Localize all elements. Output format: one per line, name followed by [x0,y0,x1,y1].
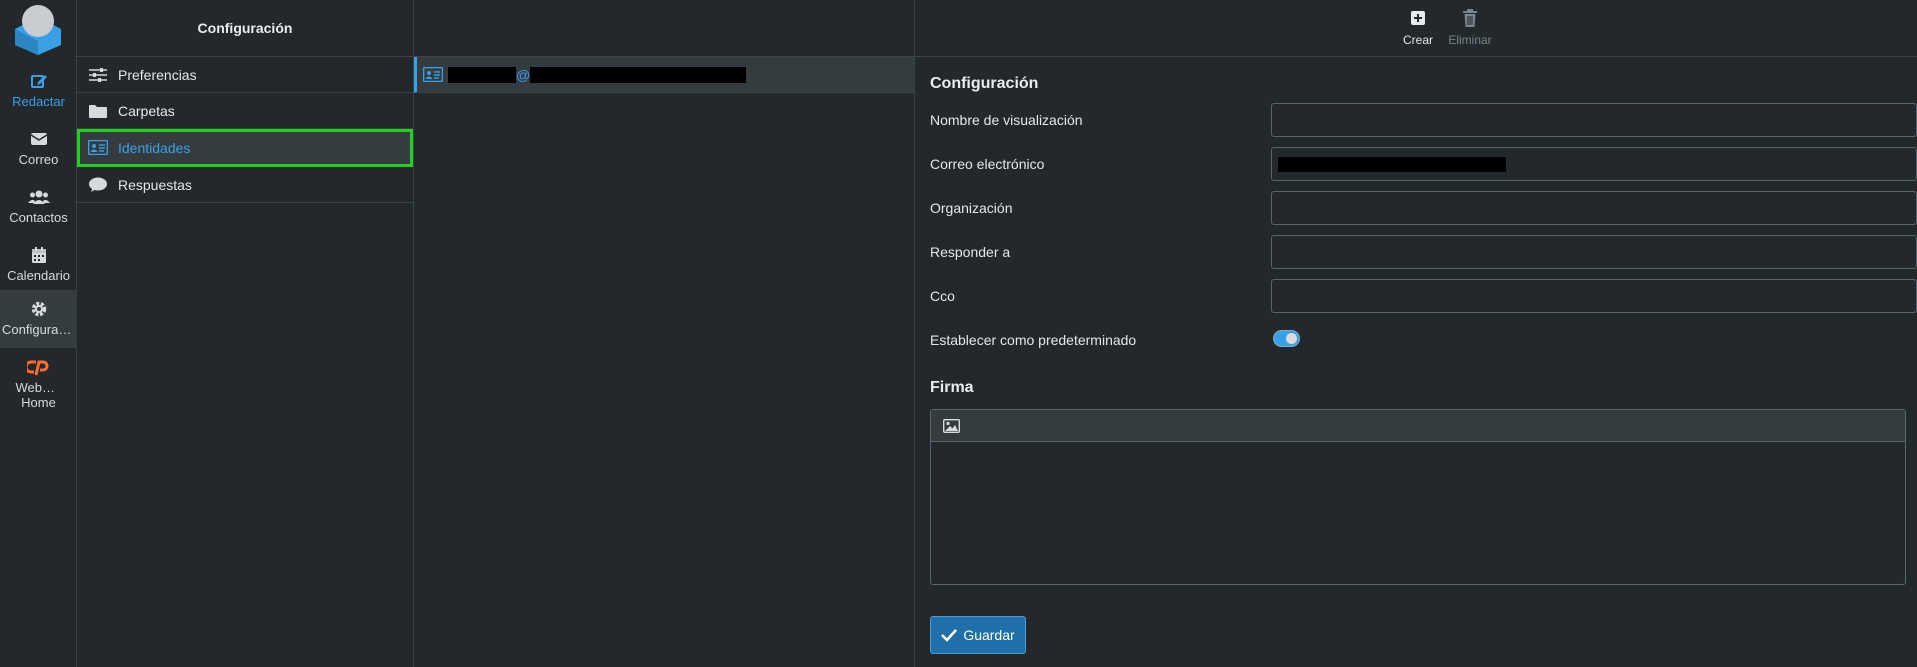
nav-mail-label: Correo [18,152,59,167]
envelope-icon [30,133,47,145]
nav-compose-label: Redactar [12,94,65,109]
settings-section-title: Configuración [930,75,1039,92]
settings-item-responses-label: Respuestas [118,176,192,193]
save-button-label: Guardar [963,627,1015,643]
calendar-icon [31,247,46,263]
organization-input[interactable] [1271,191,1917,225]
display-name-label: Nombre de visualización [930,112,1083,128]
identity-editor-pane: Crear Eliminar Configuración Nombre de v… [915,0,1917,667]
sliders-icon [88,67,108,83]
app-nav: Redactar Correo Contactos Calendario Con… [0,0,77,667]
identity-at-sign: @ [516,66,531,83]
settings-sidebar: Configuración Preferencias Carpetas Iden… [77,0,414,667]
delete-button[interactable]: Eliminar [1440,8,1500,47]
nav-webmail-home[interactable]: Webmail Home [0,348,77,412]
display-name-input[interactable] [1271,103,1917,137]
compose-icon [30,75,47,88]
nav-contacts[interactable]: Contactos [0,178,77,236]
bcc-label: Cco [930,288,955,304]
identity-row[interactable]: @ [414,57,914,93]
settings-item-identities-label: Identidades [118,139,191,156]
identities-list: @ [414,0,915,667]
nav-settings-label: Configuraci… [2,322,77,337]
signature-textarea[interactable] [931,442,1905,584]
gear-icon [31,301,46,317]
settings-item-preferences[interactable]: Preferencias [77,57,413,93]
nav-calendar[interactable]: Calendario [0,236,77,294]
create-button-label: Crear [1402,33,1433,47]
id-card-icon [88,140,108,156]
redacted-email-value [1278,157,1506,172]
bcc-row: Cco [930,279,1917,313]
signature-toolbar [931,410,1905,442]
save-button[interactable]: Guardar [930,616,1026,654]
email-row: Correo electrónico [930,147,1917,181]
signature-editor [930,409,1906,585]
settings-item-responses[interactable]: Respuestas [77,167,413,203]
nav-contacts-label: Contactos [9,210,68,225]
reply-to-label: Responder a [930,244,1011,260]
users-icon [27,190,50,204]
organization-label: Organización [930,200,1013,216]
identities-list-header [414,0,914,57]
redacted-email-user [448,66,516,83]
organization-row: Organización [930,191,1917,225]
email-input[interactable] [1271,147,1917,181]
plus-square-icon [1411,11,1425,25]
nav-webmail-home-label: Webmail Home [15,380,64,410]
signature-title: Firma [930,379,974,396]
redacted-email-domain [530,66,747,83]
roundcube-logo[interactable] [11,3,65,55]
reply-to-input[interactable] [1271,235,1917,269]
check-icon [941,629,958,642]
nav-calendar-label: Calendario [7,268,70,283]
image-icon[interactable] [943,418,960,433]
display-name-row: Nombre de visualización [930,103,1917,137]
settings-title: Configuración [77,0,413,57]
folder-icon [88,103,108,119]
toggle-knob [1286,333,1297,344]
settings-item-preferences-label: Preferencias [118,66,197,83]
settings-item-folders-label: Carpetas [118,102,175,119]
default-label: Establecer como predeterminado [930,332,1137,348]
bcc-input[interactable] [1271,279,1917,313]
id-card-icon [423,67,443,82]
nav-mail[interactable]: Correo [0,120,77,178]
trash-icon [1463,9,1477,27]
comment-icon [88,177,108,193]
settings-item-folders[interactable]: Carpetas [77,93,413,129]
nav-settings[interactable]: Configuraci… [0,290,77,348]
default-toggle[interactable] [1273,330,1300,347]
toolbar: Crear Eliminar [915,0,1917,57]
nav-compose[interactable]: Redactar [0,62,77,120]
settings-item-identities[interactable]: Identidades [77,129,413,167]
email-label: Correo electrónico [930,156,1045,172]
reply-to-row: Responder a [930,235,1917,269]
delete-button-label: Eliminar [1448,33,1492,47]
create-button[interactable]: Crear [1388,8,1448,47]
cpanel-icon [26,360,48,376]
default-row: Establecer como predeterminado [930,323,1917,357]
